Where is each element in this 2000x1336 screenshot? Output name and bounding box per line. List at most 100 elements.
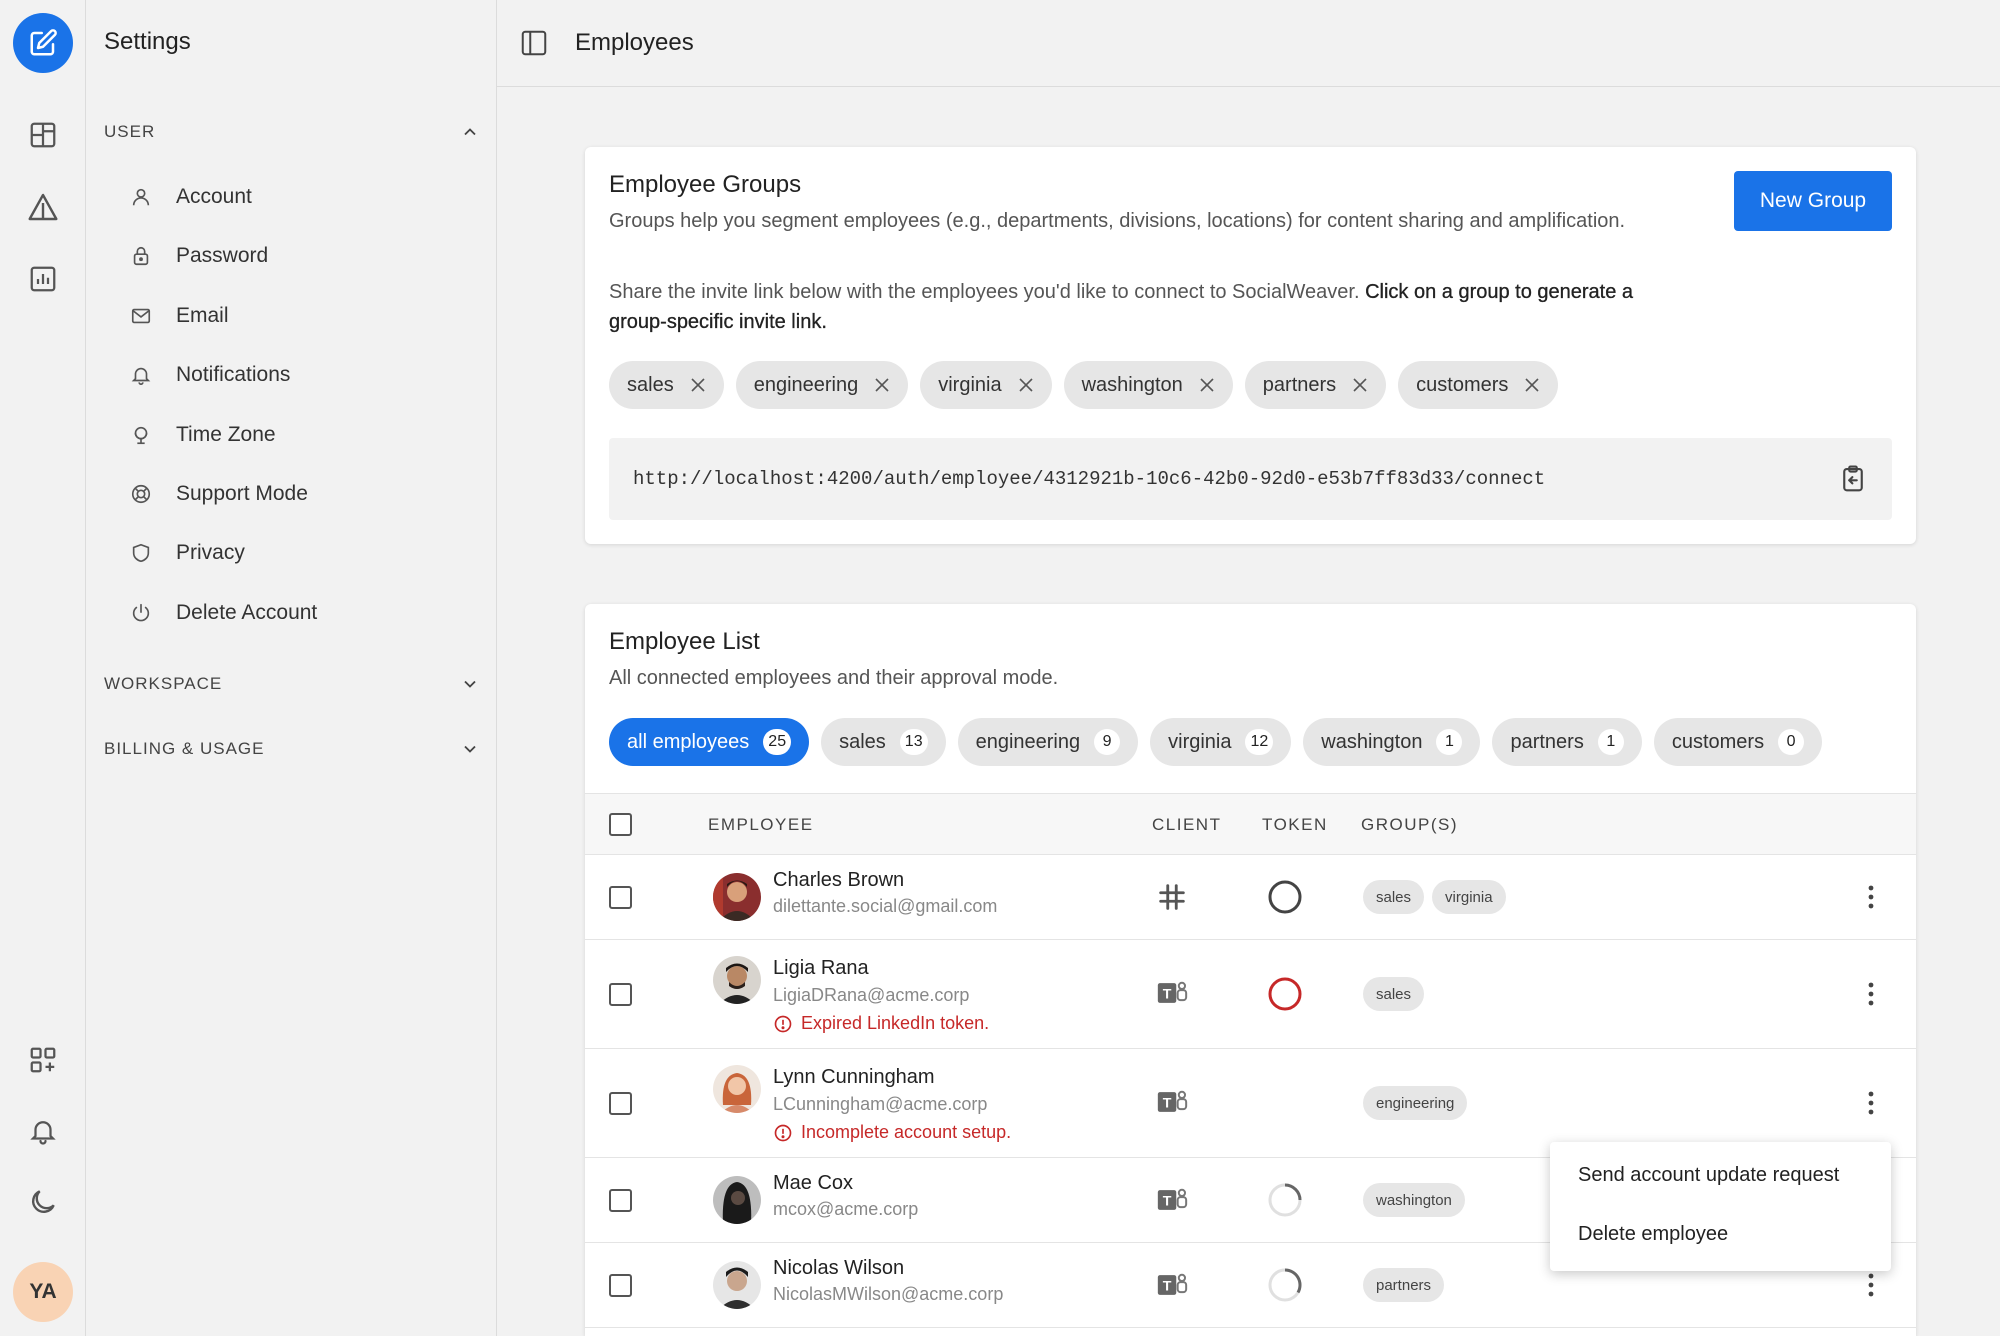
chevron-down-icon [464, 680, 476, 688]
filter-chip-partners[interactable]: partners 1 [1492, 718, 1642, 766]
section-user[interactable]: USER [104, 117, 480, 147]
copy-clipboard-icon[interactable] [1838, 463, 1868, 495]
svg-text:T: T [1163, 1279, 1172, 1295]
group-tags: sales virginia [1363, 880, 1506, 914]
column-header-client[interactable]: CLIENT [1152, 815, 1221, 835]
svg-text:T: T [1163, 1096, 1172, 1112]
invite-link-box: http://localhost:4200/auth/employee/4312… [609, 438, 1892, 520]
filter-chip-list: all employees 25 sales 13 engineering 9 vir… [609, 718, 1823, 766]
dark-mode-button[interactable] [13, 1172, 73, 1232]
filter-chip-label: washington [1321, 730, 1423, 753]
analytics-button[interactable] [13, 249, 73, 309]
more-actions-button[interactable] [1861, 1086, 1881, 1120]
sidebar-item-label: Privacy [176, 541, 245, 564]
group-chip-label: washington [1081, 373, 1183, 396]
filter-chip-washington[interactable]: washington 1 [1303, 718, 1481, 766]
chevron-up-icon [464, 128, 476, 136]
column-header-employee[interactable]: EMPLOYEE [708, 815, 814, 835]
token-status-icon [1268, 880, 1302, 914]
employee-groups-card: Employee Groups Groups help you segment … [585, 147, 1916, 544]
filter-chip-customers[interactable]: customers 0 [1653, 718, 1823, 766]
count-badge: 1 [1436, 729, 1463, 755]
column-header-groups[interactable]: GROUP(S) [1361, 815, 1458, 835]
menu-item-delete-employee[interactable]: Delete employee [1578, 1223, 1728, 1246]
lock-icon [133, 246, 149, 266]
filter-chip-sales[interactable]: sales 13 [821, 718, 946, 766]
column-header-token[interactable]: TOKEN [1262, 815, 1328, 835]
sidebar-item-privacy[interactable]: Privacy [128, 531, 468, 575]
row-checkbox[interactable] [609, 1092, 632, 1115]
close-icon[interactable] [1352, 377, 1368, 393]
sidebar-item-password[interactable]: Password [128, 234, 468, 278]
row-checkbox[interactable] [609, 983, 632, 1006]
close-icon[interactable] [1199, 377, 1215, 393]
notifications-button[interactable] [13, 1101, 73, 1161]
group-chip-label: virginia [938, 373, 1002, 396]
more-vertical-icon [1868, 982, 1874, 1006]
sidebar-item-support-mode[interactable]: Support Mode [128, 472, 468, 516]
group-tags: partners [1363, 1268, 1445, 1302]
more-actions-button[interactable] [1861, 1268, 1881, 1302]
sidebar-title: Settings [104, 28, 191, 55]
alerts-button[interactable] [13, 177, 73, 237]
section-billing-usage[interactable]: BILLING & USAGE [104, 734, 480, 764]
avatar [713, 873, 761, 921]
row-actions-menu: Send account update request Delete emplo… [1550, 1142, 1891, 1271]
close-icon[interactable] [874, 377, 890, 393]
employee-email: LCunningham@acme.corp [773, 1094, 988, 1114]
page-header: Employees [497, 0, 2000, 87]
group-chip-engineering[interactable]: engineering [735, 361, 909, 409]
select-all-checkbox[interactable] [609, 813, 632, 836]
avatar [713, 1065, 761, 1113]
power-icon [132, 603, 150, 622]
close-icon[interactable] [690, 377, 706, 393]
invite-url[interactable]: http://localhost:4200/auth/employee/4312… [633, 468, 1545, 490]
more-actions-button[interactable] [1861, 977, 1881, 1011]
menu-item-send-update-request[interactable]: Send account update request [1578, 1164, 1839, 1187]
sidebar-item-email[interactable]: Email [128, 294, 468, 338]
compose-button[interactable] [13, 13, 73, 73]
close-icon[interactable] [1018, 377, 1034, 393]
row-checkbox[interactable] [609, 1189, 632, 1212]
apps-button[interactable] [13, 1030, 73, 1090]
filter-chip-label: sales [839, 730, 886, 753]
sidebar-item-delete-account[interactable]: Delete Account [128, 591, 468, 635]
page-title: Employees [575, 29, 694, 56]
sidebar-toggle-icon[interactable] [519, 28, 549, 58]
filter-chip-virginia[interactable]: virginia 12 [1150, 718, 1292, 766]
person-icon [132, 188, 150, 206]
group-chip-customers[interactable]: customers [1398, 361, 1559, 409]
card-title: Employee Groups [609, 171, 802, 198]
mail-icon [131, 308, 151, 324]
sidebar-item-account[interactable]: Account [128, 175, 468, 219]
group-chip-partners[interactable]: partners [1244, 361, 1387, 409]
sidebar-item-notifications[interactable]: Notifications [128, 353, 468, 397]
new-group-button[interactable]: New Group [1734, 171, 1892, 231]
more-actions-button[interactable] [1861, 880, 1881, 914]
settings-sidebar: Settings USER Account Password Email Not… [86, 0, 497, 1336]
globe-icon [134, 426, 148, 445]
row-checkbox[interactable] [609, 1274, 632, 1297]
user-avatar[interactable]: YA [13, 1262, 73, 1322]
sidebar-item-label: Support Mode [176, 482, 308, 505]
group-chip-sales[interactable]: sales [609, 361, 724, 409]
more-vertical-icon [1868, 1273, 1874, 1297]
employee-name: Lynn Cunningham [773, 1066, 935, 1088]
employee-name: Charles Brown [773, 869, 905, 891]
bar-chart-icon [30, 266, 56, 292]
row-checkbox[interactable] [609, 886, 632, 909]
table-row[interactable]: Charles Brown dilettante.social@gmail.co… [585, 855, 1916, 940]
group-chip-label: customers [1416, 373, 1509, 396]
close-icon[interactable] [1524, 377, 1540, 393]
filter-chip-label: engineering [975, 730, 1081, 753]
avatar [713, 1176, 761, 1224]
filter-chip-engineering[interactable]: engineering 9 [957, 718, 1139, 766]
group-chip-washington[interactable]: washington [1063, 361, 1233, 409]
group-chip-virginia[interactable]: virginia [920, 361, 1052, 409]
layout-button[interactable] [13, 105, 73, 165]
table-row[interactable]: Ligia Rana LigiaDRana@acme.corp Expired … [585, 940, 1916, 1049]
filter-chip-all-employees[interactable]: all employees 25 [609, 718, 810, 766]
section-workspace[interactable]: WORKSPACE [104, 669, 480, 699]
group-chip-label: sales [627, 373, 674, 396]
sidebar-item-time-zone[interactable]: Time Zone [128, 413, 468, 457]
